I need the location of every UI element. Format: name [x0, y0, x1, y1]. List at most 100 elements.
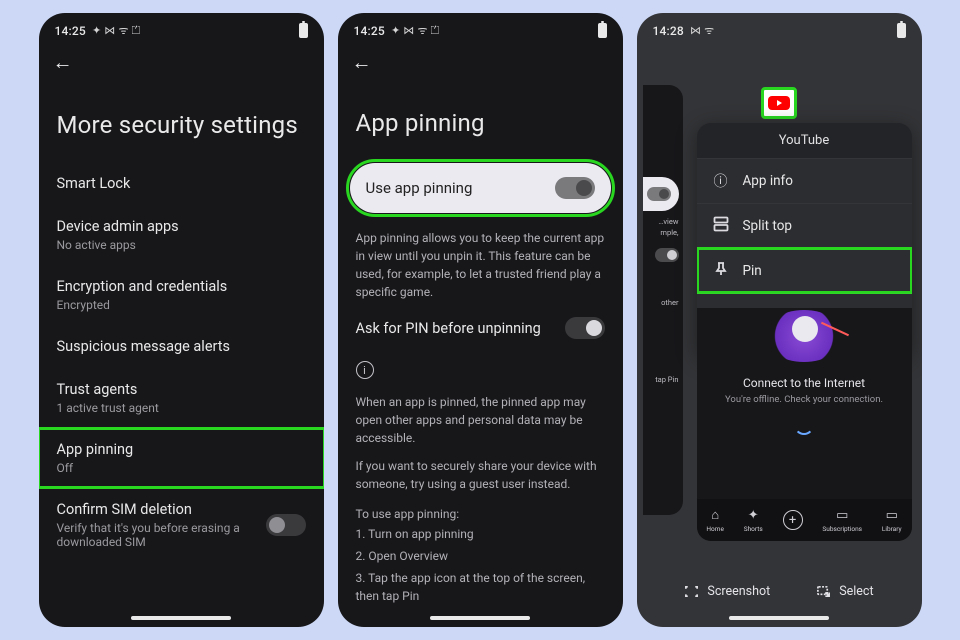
pinning-description: App pinning allows you to keep the curre…: [338, 215, 623, 305]
row-app-pinning[interactable]: App pinning Off: [39, 429, 324, 487]
row-subtitle: No active apps: [57, 238, 306, 252]
library-icon: ▭: [886, 508, 898, 523]
howto-title: To use app pinning:: [338, 497, 623, 523]
status-time: 14:25: [55, 24, 86, 38]
toggle-label: Use app pinning: [366, 179, 473, 197]
status-time: 14:25: [354, 24, 385, 38]
ytnav-create[interactable]: +: [783, 510, 803, 530]
action-label: Screenshot: [707, 584, 770, 599]
youtube-bottom-nav: ⌂ Home ✦ Shorts + ▭Subscriptions ▭ Library: [697, 499, 912, 541]
home-indicator[interactable]: [430, 616, 530, 620]
row-title: Ask for PIN before unpinning: [356, 320, 541, 337]
status-icons: ✦ ⋈ ᯤ ⏍: [391, 23, 439, 38]
nav-label: Shorts: [744, 525, 763, 533]
row-title: App pinning: [57, 441, 306, 458]
screenshot-button[interactable]: Screenshot: [684, 584, 770, 599]
row-encryption[interactable]: Encryption and credentials Encrypted: [39, 266, 324, 324]
row-title: Suspicious message alerts: [57, 338, 306, 355]
row-subtitle: Encrypted: [57, 298, 306, 312]
use-app-pinning-card[interactable]: Use app pinning: [350, 163, 611, 213]
toggle-icon: [655, 248, 679, 262]
row-subtitle: 1 active trust agent: [57, 401, 306, 415]
nav-label: Library: [882, 525, 902, 533]
subscriptions-icon: ▭: [836, 508, 848, 523]
offline-title: Connect to the Internet: [743, 376, 865, 390]
row-subtitle: Off: [57, 461, 306, 475]
offline-subtitle: You're offline. Check your connection.: [725, 394, 883, 405]
behind-text: other: [661, 298, 678, 307]
loading-spinner-icon: [794, 415, 814, 435]
phone-security-settings: 14:25 ✦ ⋈ ᯤ ⏍ ← More security settings S…: [39, 13, 324, 627]
shorts-icon: ✦: [748, 508, 759, 523]
recents-actions: Screenshot Select: [637, 584, 922, 599]
row-suspicious-alerts[interactable]: Suspicious message alerts: [39, 326, 324, 367]
row-confirm-sim[interactable]: Confirm SIM deletion Verify that it's yo…: [39, 489, 324, 561]
row-title: Smart Lock: [57, 175, 306, 192]
pin-icon: [713, 261, 729, 281]
action-label: Select: [839, 584, 873, 599]
behind-text: tap Pin: [655, 375, 678, 384]
toggle-icon: [647, 187, 671, 201]
menu-item-app-info[interactable]: ⓘ App info: [697, 158, 912, 203]
youtube-icon: [766, 92, 792, 114]
home-icon: ⌂: [711, 507, 719, 523]
youtube-app-card[interactable]: Connect to the Internet You're offline. …: [697, 308, 912, 541]
row-smart-lock[interactable]: Smart Lock: [39, 163, 324, 204]
status-icons: ✦ ⋈ ᯤ ⏍: [92, 23, 140, 38]
nav-label: Home: [706, 525, 724, 533]
battery-icon: [598, 23, 607, 38]
split-icon: [713, 216, 729, 236]
pinning-guest-tip: If you want to securely share your devic…: [338, 451, 623, 497]
row-trust-agents[interactable]: Trust agents 1 active trust agent: [39, 369, 324, 427]
previous-app-card[interactable]: …view mple, other tap Pin: [643, 85, 683, 515]
ytnav-shorts[interactable]: ✦ Shorts: [744, 508, 763, 533]
menu-item-label: App info: [743, 173, 793, 189]
menu-title: YouTube: [697, 123, 912, 158]
status-icons: ⋈ ᯤ: [690, 23, 714, 38]
row-title: Confirm SIM deletion: [57, 501, 253, 518]
select-icon: [816, 584, 831, 599]
ytnav-home[interactable]: ⌂ Home: [706, 507, 724, 533]
row-title: Device admin apps: [57, 218, 306, 235]
info-icon: i: [356, 361, 374, 379]
howto-step-2: 2. Open Overview: [338, 547, 623, 569]
menu-item-label: Split top: [743, 218, 793, 234]
screenshot-icon: [684, 584, 699, 599]
home-indicator[interactable]: [131, 616, 231, 620]
row-title: Encryption and credentials: [57, 278, 306, 295]
toggle-ask-pin[interactable]: [565, 317, 605, 339]
back-icon[interactable]: ←: [352, 50, 372, 75]
menu-item-label: Pin: [743, 263, 762, 279]
row-device-admin[interactable]: Device admin apps No active apps: [39, 206, 324, 264]
page-title: App pinning: [338, 75, 623, 161]
battery-icon: [897, 23, 906, 38]
status-bar: 14:25 ✦ ⋈ ᯤ ⏍: [338, 13, 623, 42]
battery-icon: [299, 23, 308, 38]
ytnav-subscriptions[interactable]: ▭Subscriptions: [822, 508, 862, 533]
status-bar: 14:28 ⋈ ᯤ: [637, 13, 922, 42]
back-icon[interactable]: ←: [53, 50, 73, 75]
info-icon: ⓘ: [713, 171, 729, 191]
behind-text: mple,: [660, 228, 678, 237]
home-indicator[interactable]: [729, 616, 829, 620]
howto-step-1: 1. Turn on app pinning: [338, 523, 623, 547]
offline-illustration: [764, 310, 844, 362]
behind-text: …view: [658, 217, 678, 226]
status-time: 14:28: [653, 24, 684, 38]
row-title: Trust agents: [57, 381, 306, 398]
row-subtitle: Verify that it's you before erasing a do…: [57, 521, 253, 549]
select-button[interactable]: Select: [816, 584, 873, 599]
row-ask-pin[interactable]: Ask for PIN before unpinning: [338, 305, 623, 351]
status-bar: 14:25 ✦ ⋈ ᯤ ⏍: [39, 13, 324, 42]
menu-item-pin[interactable]: Pin: [697, 248, 912, 293]
ytnav-library[interactable]: ▭ Library: [882, 508, 902, 533]
page-title: More security settings: [39, 75, 324, 163]
phone-app-pinning: 14:25 ✦ ⋈ ᯤ ⏍ ← App pinning Use app pinn…: [338, 13, 623, 627]
app-icon-youtube[interactable]: [761, 87, 797, 119]
phone-recents-overview: 14:28 ⋈ ᯤ …view mple, other tap Pin YouTu…: [637, 13, 922, 627]
toggle-use-app-pinning[interactable]: [555, 177, 595, 199]
toggle-sim-deletion[interactable]: [266, 514, 306, 536]
howto-step-3: 3. Tap the app icon at the top of the sc…: [338, 569, 623, 609]
menu-item-split-top[interactable]: Split top: [697, 203, 912, 248]
settings-list: Smart Lock Device admin apps No active a…: [39, 163, 324, 561]
